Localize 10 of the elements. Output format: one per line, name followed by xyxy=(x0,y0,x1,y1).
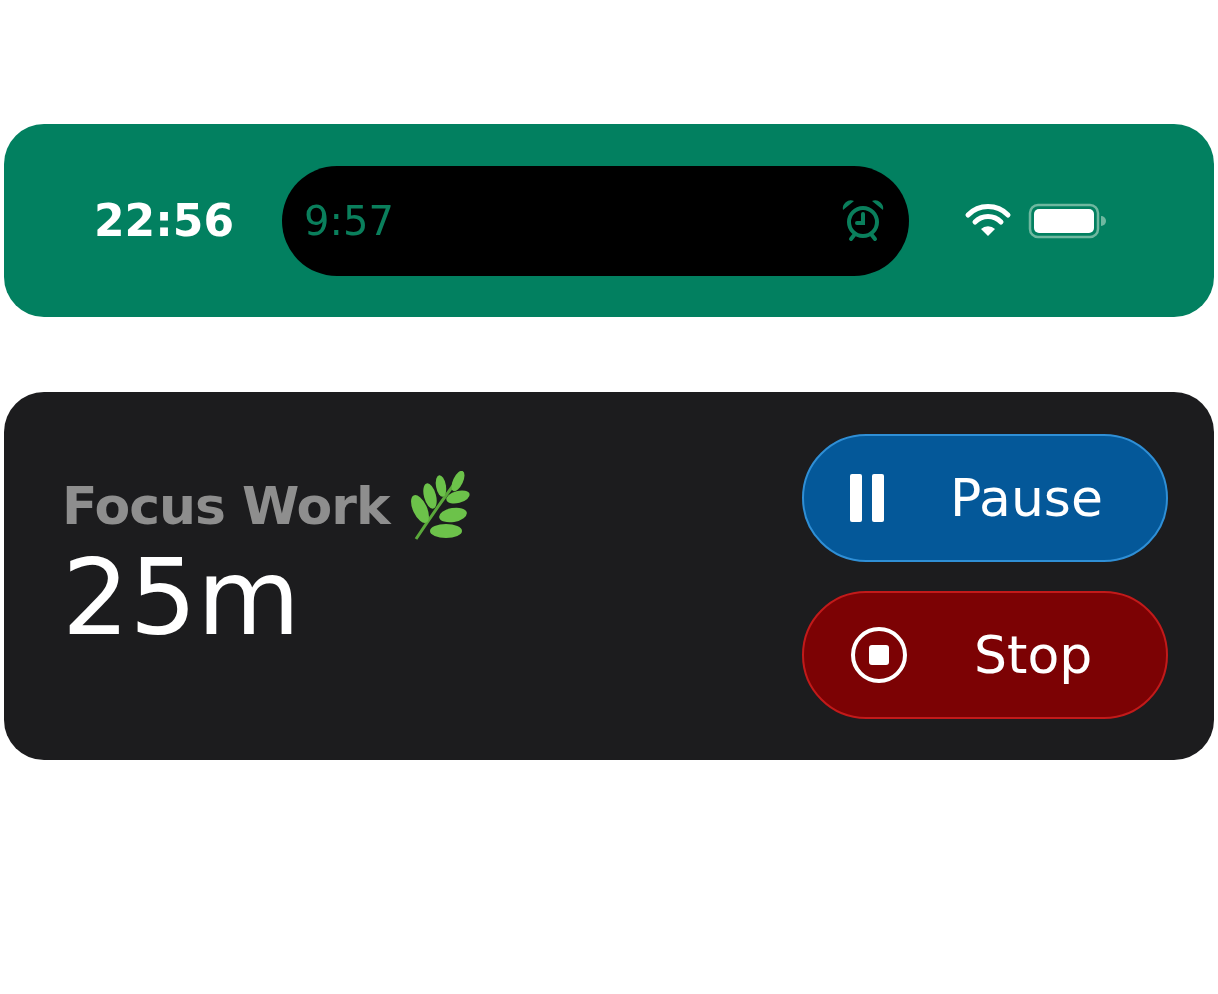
pause-icon xyxy=(850,473,886,522)
stop-icon xyxy=(850,625,908,684)
battery-icon xyxy=(1028,202,1106,239)
duration-text: 25m xyxy=(62,545,302,651)
status-time: 22:56 xyxy=(94,195,236,246)
activity-title: Focus Work xyxy=(62,476,390,536)
stop-button[interactable]: Stop xyxy=(802,590,1168,719)
timer-text: 9:57 xyxy=(304,197,394,244)
pause-button[interactable]: Pause xyxy=(802,433,1168,562)
wifi-icon xyxy=(964,202,1012,239)
